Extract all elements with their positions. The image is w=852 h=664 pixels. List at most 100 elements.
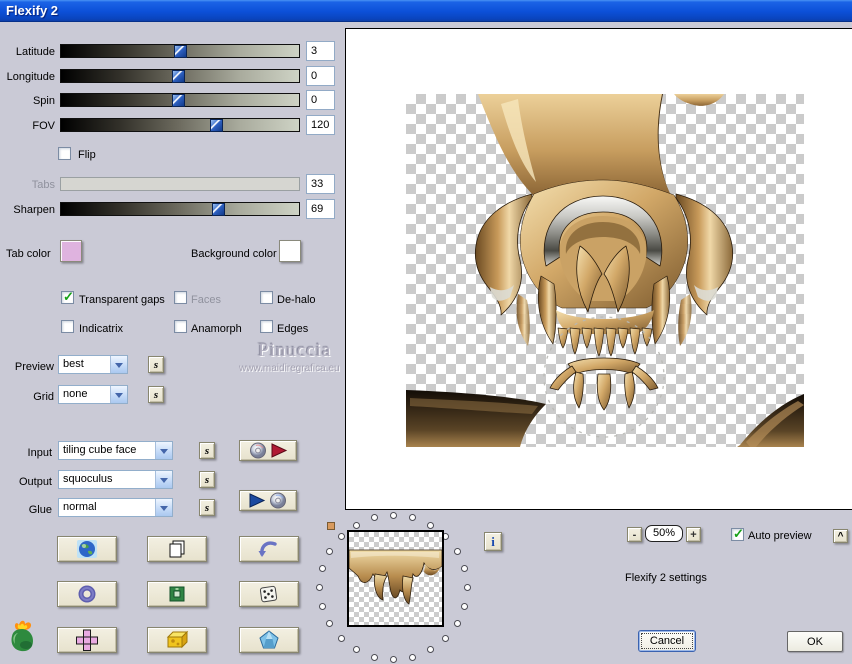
- grid-select-value: none: [63, 388, 87, 400]
- glue-select[interactable]: normal: [58, 498, 173, 517]
- zoom-level: 50%: [645, 525, 683, 542]
- preview-image[interactable]: [406, 94, 804, 447]
- torus-ring-icon: [77, 585, 97, 603]
- tab-color-swatch[interactable]: [60, 240, 82, 262]
- longitude-value[interactable]: [306, 66, 335, 86]
- output-settings-button[interactable]: s: [199, 471, 215, 488]
- transparent-gaps-label: Transparent gaps: [79, 293, 165, 307]
- input-settings-button[interactable]: s: [199, 442, 215, 459]
- grid-settings-button[interactable]: s: [148, 386, 164, 403]
- ring-dot: [442, 635, 449, 642]
- frame-button[interactable]: [147, 581, 207, 607]
- tile-thumbnail[interactable]: [347, 530, 444, 627]
- faces-label: Faces: [191, 293, 221, 307]
- polyhedron-gem-icon: [258, 630, 280, 650]
- zoom-in-button[interactable]: +: [686, 527, 701, 542]
- latitude-slider[interactable]: [60, 44, 300, 58]
- chevron-down-icon[interactable]: [155, 499, 172, 516]
- latitude-slider-thumb[interactable]: [174, 45, 187, 58]
- flip-checkbox[interactable]: [58, 147, 71, 160]
- glue-settings-button[interactable]: s: [199, 499, 215, 516]
- ring-dot: [319, 603, 326, 610]
- undo-button[interactable]: [239, 536, 299, 562]
- anamorph-label: Anamorph: [191, 322, 242, 336]
- edges-checkbox[interactable]: [260, 320, 273, 333]
- flexify2-dialog: Flexify 2 Latitude Longitude Spin FOV Fl…: [0, 0, 852, 664]
- torus-button[interactable]: [57, 581, 117, 607]
- cube-net-button[interactable]: [57, 627, 117, 653]
- preview-select-value: best: [63, 358, 84, 370]
- chevron-down-icon[interactable]: [155, 442, 172, 459]
- green-frame-icon: [167, 585, 187, 603]
- latitude-value[interactable]: [306, 41, 335, 61]
- ok-button[interactable]: OK: [787, 631, 843, 652]
- fov-slider[interactable]: [60, 118, 300, 132]
- de-halo-label: De-halo: [277, 293, 316, 307]
- latitude-label: Latitude: [0, 45, 55, 59]
- cheese-icon: [165, 630, 189, 650]
- tabs-slider: [60, 177, 300, 191]
- longitude-slider[interactable]: [60, 69, 300, 83]
- copy-button[interactable]: [147, 536, 207, 562]
- polyhedron-button[interactable]: [239, 627, 299, 653]
- cube-net-icon: [75, 629, 99, 651]
- cheese-button[interactable]: [147, 627, 207, 653]
- sharpen-value[interactable]: [306, 199, 335, 219]
- chevron-down-icon[interactable]: [110, 356, 127, 373]
- ring-dot: [353, 522, 360, 529]
- ring-dot: [390, 512, 397, 519]
- transparent-gaps-checkbox[interactable]: [61, 291, 74, 304]
- spin-slider[interactable]: [60, 93, 300, 107]
- ring-dot: [427, 646, 434, 653]
- tabs-value[interactable]: [306, 174, 335, 194]
- anamorph-checkbox[interactable]: [174, 320, 187, 333]
- preview-select[interactable]: best: [58, 355, 128, 374]
- indicatrix-label: Indicatrix: [79, 322, 123, 336]
- tile-thumbnail-image: [349, 532, 442, 625]
- auto-preview-checkbox[interactable]: [731, 528, 744, 541]
- flip-label: Flip: [78, 148, 96, 162]
- ring-dot: [390, 656, 397, 663]
- sharpen-slider-thumb[interactable]: [212, 203, 225, 216]
- indicatrix-checkbox[interactable]: [61, 320, 74, 333]
- glue-select-label: Glue: [0, 503, 52, 517]
- ring-dot: [371, 654, 378, 661]
- spin-value[interactable]: [306, 90, 335, 110]
- ring-dot: [319, 565, 326, 572]
- ring-dot: [338, 635, 345, 642]
- ring-dot: [461, 565, 468, 572]
- preview-settings-button[interactable]: s: [148, 356, 164, 373]
- ring-dot: [409, 654, 416, 661]
- flaming-pear-logo[interactable]: [6, 620, 38, 656]
- window-title: Flexify 2: [6, 3, 58, 18]
- dice-icon: [258, 584, 280, 604]
- grid-select[interactable]: none: [58, 385, 128, 404]
- collapse-button[interactable]: ^: [833, 529, 848, 543]
- cd-then-red-play-icon: [246, 442, 290, 459]
- tile-handle[interactable]: [327, 522, 335, 530]
- longitude-slider-thumb[interactable]: [172, 70, 185, 83]
- preview-select-label: Preview: [0, 360, 54, 374]
- auto-preview-label: Auto preview: [748, 529, 812, 543]
- info-button[interactable]: i: [484, 532, 502, 551]
- load-settings-button[interactable]: [239, 440, 297, 461]
- fov-value[interactable]: [306, 115, 335, 135]
- background-color-swatch[interactable]: [279, 240, 301, 262]
- ring-dot: [454, 548, 461, 555]
- de-halo-checkbox[interactable]: [260, 291, 273, 304]
- zoom-out-button[interactable]: -: [627, 527, 642, 542]
- spin-slider-thumb[interactable]: [172, 94, 185, 107]
- sharpen-slider[interactable]: [60, 202, 300, 216]
- title-bar[interactable]: Flexify 2: [0, 0, 852, 22]
- output-select[interactable]: squoculus: [58, 470, 173, 489]
- input-select[interactable]: tiling cube face: [58, 441, 173, 460]
- chevron-down-icon[interactable]: [155, 471, 172, 488]
- fov-slider-thumb[interactable]: [210, 119, 223, 132]
- watermark-author: Pinuccia: [258, 340, 331, 362]
- randomize-button[interactable]: [239, 581, 299, 607]
- chevron-down-icon[interactable]: [110, 386, 127, 403]
- cancel-button[interactable]: Cancel: [638, 630, 696, 652]
- save-settings-button[interactable]: [239, 490, 297, 511]
- globe-button[interactable]: [57, 536, 117, 562]
- tab-color-label: Tab color: [6, 247, 51, 261]
